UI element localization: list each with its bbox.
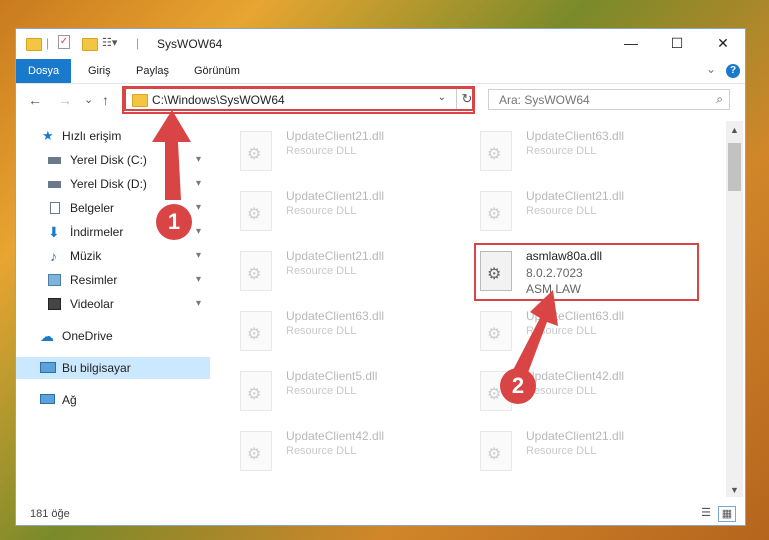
arrow-1: [152, 110, 191, 200]
arrow-2: [512, 290, 558, 378]
step-2-badge: 2: [500, 368, 536, 404]
step-1-badge: 1: [156, 204, 192, 240]
annotation-arrows: [152, 110, 558, 378]
